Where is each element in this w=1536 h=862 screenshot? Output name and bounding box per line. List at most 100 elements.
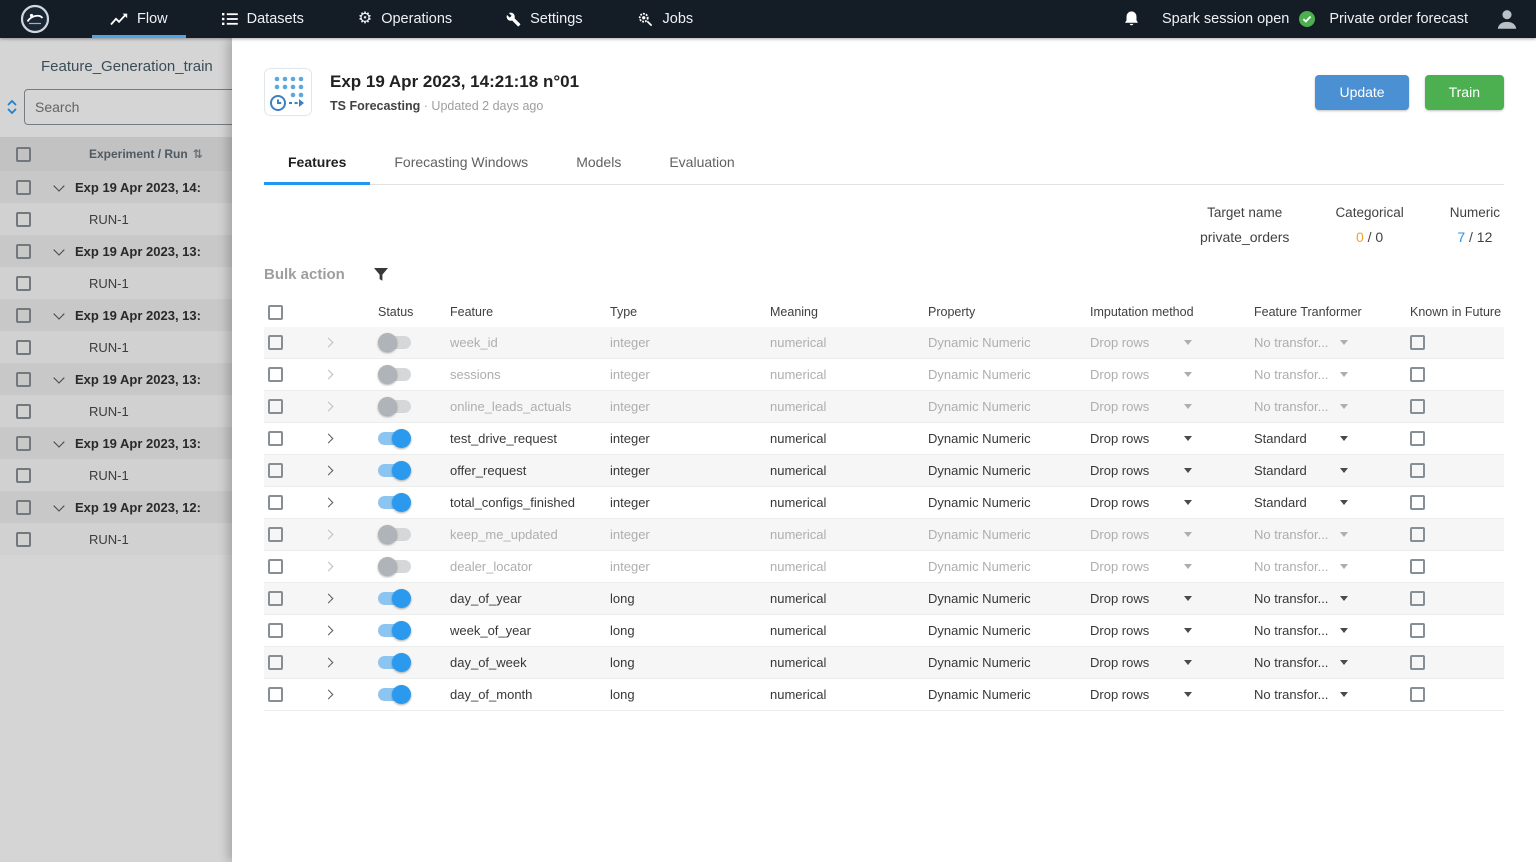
known-in-future-checkbox[interactable]: [1410, 559, 1425, 574]
chevron-right-icon[interactable]: [323, 593, 334, 604]
chevron-right-icon[interactable]: [323, 529, 334, 540]
status-toggle[interactable]: [378, 621, 411, 640]
chevron-right-icon[interactable]: [323, 401, 334, 412]
sidebar-experiment-row[interactable]: RUN-1: [0, 267, 232, 299]
status-toggle[interactable]: [378, 685, 411, 704]
known-in-future-checkbox[interactable]: [1410, 463, 1425, 478]
transformer-dropdown[interactable]: No transfor...: [1234, 367, 1390, 382]
chevron-right-icon[interactable]: [323, 497, 334, 508]
sidebar-experiment-row[interactable]: Exp 19 Apr 2023, 14:: [0, 171, 232, 203]
tab-models[interactable]: Models: [552, 140, 645, 184]
imputation-dropdown[interactable]: Drop rows: [1070, 559, 1234, 574]
sidebar-experiment-row[interactable]: Exp 19 Apr 2023, 13:: [0, 427, 232, 459]
imputation-dropdown[interactable]: Drop rows: [1070, 527, 1234, 542]
status-toggle[interactable]: [378, 653, 411, 672]
sidebar-experiment-row[interactable]: RUN-1: [0, 331, 232, 363]
status-toggle[interactable]: [378, 493, 411, 512]
transformer-dropdown[interactable]: No transfor...: [1234, 559, 1390, 574]
row-checkbox[interactable]: [268, 687, 283, 702]
row-checkbox[interactable]: [16, 243, 31, 259]
row-checkbox[interactable]: [268, 399, 283, 414]
nav-item-jobs[interactable]: Jobs: [615, 0, 716, 38]
transformer-dropdown[interactable]: No transfor...: [1234, 591, 1390, 606]
row-checkbox[interactable]: [268, 559, 283, 574]
project-name[interactable]: Private order forecast: [1329, 11, 1468, 27]
known-in-future-checkbox[interactable]: [1410, 623, 1425, 638]
row-checkbox[interactable]: [16, 179, 31, 195]
chevron-down-icon[interactable]: [53, 371, 65, 384]
row-checkbox[interactable]: [16, 467, 31, 483]
chevron-right-icon[interactable]: [323, 689, 334, 700]
row-checkbox[interactable]: [16, 371, 31, 387]
chevron-right-icon[interactable]: [323, 369, 334, 380]
status-toggle[interactable]: [378, 397, 411, 416]
transformer-dropdown[interactable]: Standard: [1234, 431, 1390, 446]
imputation-dropdown[interactable]: Drop rows: [1070, 367, 1234, 382]
sidebar-experiment-row[interactable]: RUN-1: [0, 459, 232, 491]
known-in-future-checkbox[interactable]: [1410, 527, 1425, 542]
row-checkbox[interactable]: [16, 339, 31, 355]
search-input[interactable]: [24, 89, 232, 125]
known-in-future-checkbox[interactable]: [1410, 431, 1425, 446]
sidebar-experiment-row[interactable]: Exp 19 Apr 2023, 13:: [0, 299, 232, 331]
filter-funnel-icon[interactable]: [373, 267, 389, 282]
known-in-future-checkbox[interactable]: [1410, 655, 1425, 670]
imputation-dropdown[interactable]: Drop rows: [1070, 463, 1234, 478]
sidebar-experiment-row[interactable]: RUN-1: [0, 203, 232, 235]
transformer-dropdown[interactable]: No transfor...: [1234, 655, 1390, 670]
row-checkbox[interactable]: [268, 335, 283, 350]
known-in-future-checkbox[interactable]: [1410, 591, 1425, 606]
nav-item-datasets[interactable]: Datasets: [200, 0, 326, 38]
imputation-dropdown[interactable]: Drop rows: [1070, 431, 1234, 446]
known-in-future-checkbox[interactable]: [1410, 687, 1425, 702]
imputation-dropdown[interactable]: Drop rows: [1070, 655, 1234, 670]
chevron-down-icon[interactable]: [53, 307, 65, 320]
user-avatar[interactable]: [1494, 6, 1520, 32]
row-checkbox[interactable]: [268, 623, 283, 638]
row-checkbox[interactable]: [16, 435, 31, 451]
sort-icon[interactable]: ⇅: [193, 147, 203, 161]
sidebar-experiment-row[interactable]: Exp 19 Apr 2023, 13:: [0, 363, 232, 395]
select-all-features-checkbox[interactable]: [268, 304, 283, 320]
imputation-dropdown[interactable]: Drop rows: [1070, 399, 1234, 414]
chevron-down-icon[interactable]: [53, 499, 65, 512]
status-toggle[interactable]: [378, 429, 411, 448]
known-in-future-checkbox[interactable]: [1410, 495, 1425, 510]
imputation-dropdown[interactable]: Drop rows: [1070, 495, 1234, 510]
chevron-right-icon[interactable]: [323, 337, 334, 348]
known-in-future-checkbox[interactable]: [1410, 399, 1425, 414]
row-checkbox[interactable]: [16, 275, 31, 291]
app-logo[interactable]: [20, 4, 50, 34]
transformer-dropdown[interactable]: No transfor...: [1234, 399, 1390, 414]
row-checkbox[interactable]: [16, 403, 31, 419]
status-toggle[interactable]: [378, 557, 411, 576]
update-button[interactable]: Update: [1315, 74, 1409, 110]
status-toggle[interactable]: [378, 525, 411, 544]
status-toggle[interactable]: [378, 333, 411, 352]
row-checkbox[interactable]: [16, 531, 31, 547]
row-checkbox[interactable]: [268, 655, 283, 670]
notifications-bell-icon[interactable]: [1123, 10, 1140, 28]
chevron-down-icon[interactable]: [53, 179, 65, 192]
transformer-dropdown[interactable]: No transfor...: [1234, 687, 1390, 702]
nav-item-flow[interactable]: Flow: [88, 0, 190, 38]
nav-item-operations[interactable]: ⚙ Operations: [336, 0, 474, 38]
chevron-right-icon[interactable]: [323, 433, 334, 444]
imputation-dropdown[interactable]: Drop rows: [1070, 591, 1234, 606]
imputation-dropdown[interactable]: Drop rows: [1070, 335, 1234, 350]
row-checkbox[interactable]: [268, 431, 283, 446]
chevron-right-icon[interactable]: [323, 561, 334, 572]
chevron-right-icon[interactable]: [323, 657, 334, 668]
chevron-right-icon[interactable]: [323, 465, 334, 476]
sidebar-experiment-row[interactable]: Exp 19 Apr 2023, 12:: [0, 491, 232, 523]
sidebar-experiment-row[interactable]: RUN-1: [0, 523, 232, 555]
known-in-future-checkbox[interactable]: [1410, 335, 1425, 350]
status-toggle[interactable]: [378, 365, 411, 384]
row-checkbox[interactable]: [268, 591, 283, 606]
imputation-dropdown[interactable]: Drop rows: [1070, 623, 1234, 638]
sidebar-experiment-row[interactable]: Exp 19 Apr 2023, 13:: [0, 235, 232, 267]
row-checkbox[interactable]: [16, 499, 31, 515]
chevron-down-icon[interactable]: [53, 435, 65, 448]
row-checkbox[interactable]: [16, 211, 31, 227]
select-all-checkbox[interactable]: [16, 146, 31, 162]
